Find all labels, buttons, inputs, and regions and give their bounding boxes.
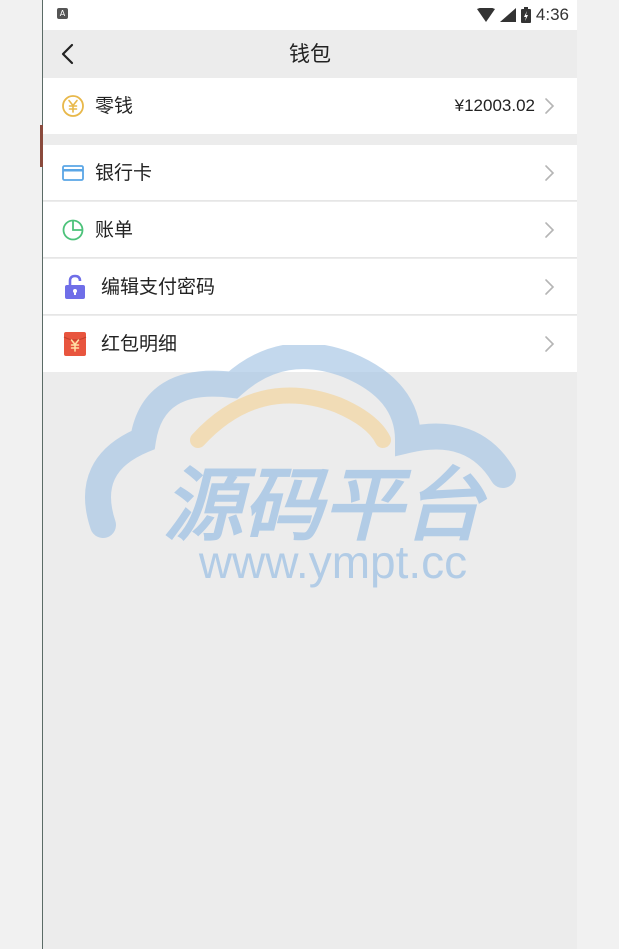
row-divider <box>43 200 577 201</box>
page-gutter-left <box>0 0 43 949</box>
menu-item-label: 编辑支付密码 <box>101 276 216 298</box>
wifi-icon <box>476 8 495 22</box>
status-bar: A 4:36 <box>43 0 577 30</box>
yuan-coin-icon <box>62 95 84 117</box>
menu-item-label: 账单 <box>95 219 134 241</box>
row-divider <box>43 314 577 315</box>
battery-charging-icon <box>520 7 531 23</box>
lock-icon <box>65 274 85 299</box>
chevron-right-icon <box>545 222 555 238</box>
watermark-logo: 源码平台 www.ympt.cc <box>85 345 516 588</box>
chevron-left-icon <box>61 43 74 65</box>
chevron-right-icon <box>545 98 555 114</box>
page-title: 钱包 <box>289 42 331 66</box>
phone-screen: A 4:36 钱包 零钱 ¥12003.02 银行卡 账单 编辑支付密码 红包明… <box>43 0 577 949</box>
chevron-right-icon <box>545 279 555 295</box>
menu-item-bill[interactable]: 账单 <box>43 202 577 258</box>
menu-item-label: 银行卡 <box>95 162 153 184</box>
menu-item-label: 红包明细 <box>101 333 178 355</box>
wallet-change-amount: ¥12003.02 <box>454 96 535 115</box>
watermark-url: www.ympt.cc <box>198 536 467 588</box>
wallet-change-row[interactable]: 零钱 ¥12003.02 <box>43 78 577 134</box>
menu-item-edit-payment-password[interactable]: 编辑支付密码 <box>43 259 577 315</box>
chevron-right-icon <box>545 165 555 181</box>
nav-bar: 钱包 <box>43 30 577 78</box>
notification-a-icon: A <box>57 8 68 19</box>
menu-item-red-envelope-details[interactable]: 红包明细 <box>43 316 577 372</box>
watermark-title: 源码平台 <box>163 459 488 552</box>
menu-item-bank-card[interactable]: 银行卡 <box>43 145 577 201</box>
bank-card-icon <box>62 165 84 181</box>
row-divider <box>43 257 577 258</box>
red-envelope-icon <box>63 332 87 356</box>
wallet-change-label: 零钱 <box>95 95 134 117</box>
pie-chart-icon <box>62 219 84 241</box>
status-indicators: 4:36 <box>476 5 569 25</box>
back-button[interactable] <box>53 38 83 70</box>
page-gutter-right <box>577 0 619 949</box>
signal-icon <box>499 8 516 22</box>
chevron-right-icon <box>545 336 555 352</box>
status-time: 4:36 <box>535 5 569 24</box>
